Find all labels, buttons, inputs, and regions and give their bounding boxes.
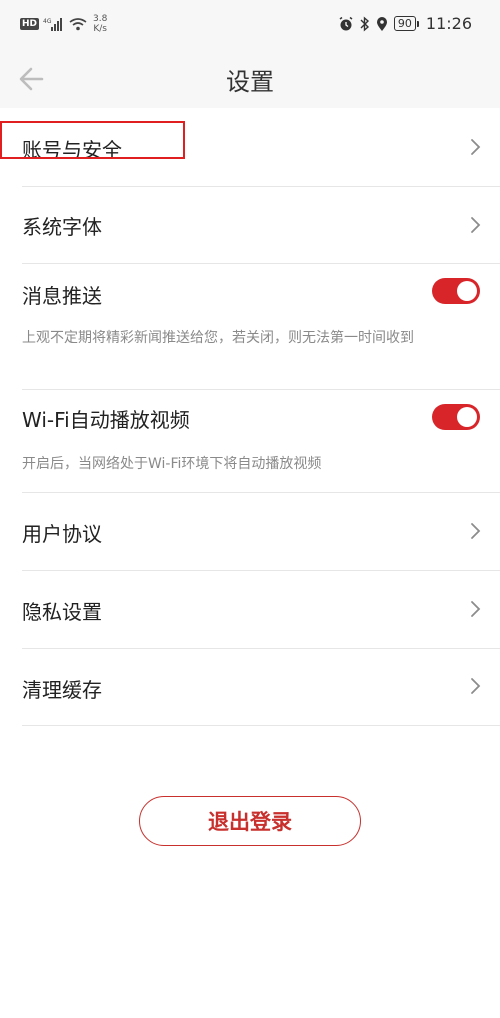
settings-item-push-notifications: 消息推送 上观不定期将精彩新闻推送给您，若关闭，则无法第一时间收到 [0,264,500,389]
settings-item-label: 隐私设置 [22,600,102,624]
toggle-knob [457,407,477,427]
status-right: 90 11:26 [338,14,472,33]
net-gen-label: 4G [43,18,52,25]
push-notifications-description: 上观不定期将精彩新闻推送给您，若关闭，则无法第一时间收到 [22,330,414,346]
chevron-right-icon [471,139,481,155]
wifi-icon [69,18,87,31]
chevron-right-icon [471,601,481,617]
alarm-icon [339,16,353,30]
settings-item-label: 系统字体 [22,215,102,239]
nav-header: 设置 [0,50,500,108]
settings-item-system-font[interactable]: 系统字体 [0,187,500,263]
signal-icon: 4G [43,18,63,31]
net-speed-value: 3.8 [93,14,108,24]
settings-item-account-security[interactable]: 账号与安全 [0,108,500,186]
page-title: 设置 [226,68,274,96]
settings-item-label: 清理缓存 [22,678,102,702]
settings-item-label: 用户协议 [22,522,102,546]
net-speed-unit: K/s [93,24,107,34]
settings-item-wifi-autoplay: Wi-Fi自动播放视频 开启后，当网络处于Wi-Fi环境下将自动播放视频 [0,390,500,492]
settings-item-privacy[interactable]: 隐私设置 [0,571,500,648]
toggle-knob [457,281,477,301]
settings-item-label: 账号与安全 [22,138,122,162]
settings-item-label: 消息推送 [22,284,102,308]
chevron-right-icon [471,217,481,233]
wifi-autoplay-description: 开启后，当网络处于Wi-Fi环境下将自动播放视频 [22,456,322,472]
chevron-right-icon [471,523,481,539]
wifi-autoplay-toggle[interactable] [432,404,480,430]
settings-item-clear-cache[interactable]: 清理缓存 [0,649,500,725]
push-notifications-toggle[interactable] [432,278,480,304]
settings-item-label: Wi-Fi自动播放视频 [22,408,190,432]
divider [22,725,500,726]
status-left: HD 4G 3.8 K/s [20,14,107,34]
battery-indicator: 90 [393,16,419,31]
logout-button[interactable]: 退出登录 [139,796,361,846]
settings-item-user-agreement[interactable]: 用户协议 [0,493,500,570]
status-bar: HD 4G 3.8 K/s 90 11:26 [0,0,500,50]
status-time: 11:26 [425,14,472,33]
chevron-right-icon [471,678,481,694]
hd-badge: HD [20,18,40,30]
location-icon [376,16,387,31]
bluetooth-icon [360,15,369,32]
net-speed: 3.8 K/s [93,14,107,34]
